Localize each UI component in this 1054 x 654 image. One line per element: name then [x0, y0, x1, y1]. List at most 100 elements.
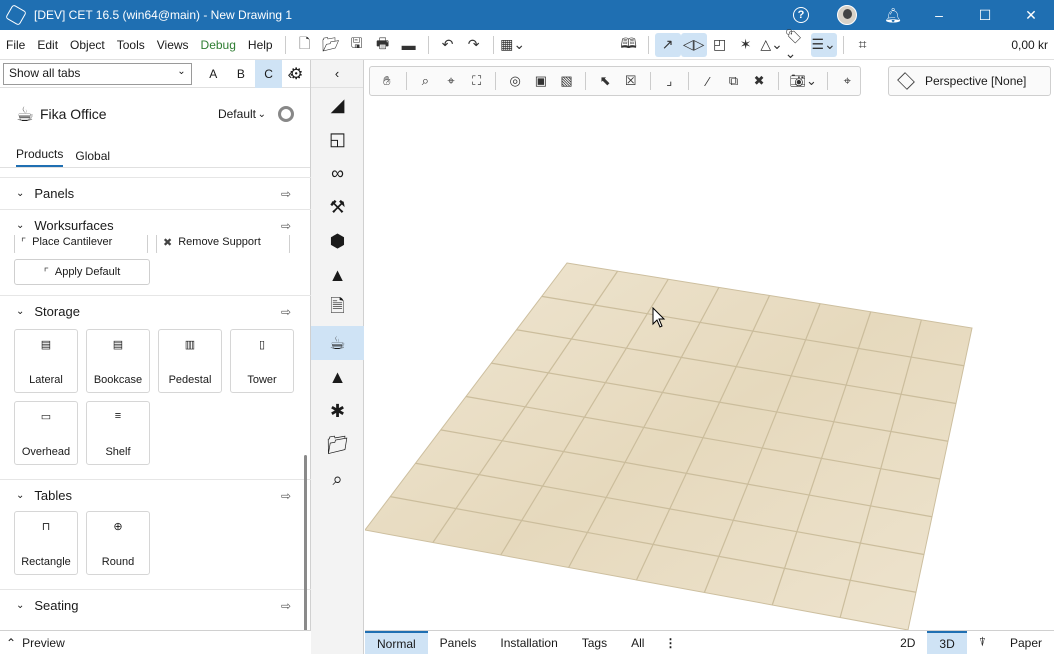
- pdf-icon[interactable]: 🗎: [311, 292, 364, 326]
- wand-icon[interactable]: ✶: [733, 33, 759, 57]
- tab-letter-b[interactable]: B: [227, 60, 255, 88]
- new-file-icon[interactable]: 🗋: [292, 33, 318, 57]
- room-shape-icon[interactable]: ◱: [311, 122, 364, 156]
- book-icon[interactable]: 🕮: [616, 33, 642, 57]
- more-options-icon[interactable]: ⋮: [656, 636, 684, 650]
- collapse-toolbar-icon[interactable]: ‹: [311, 60, 363, 88]
- cone-icon[interactable]: ▲: [311, 258, 364, 292]
- tab-panels[interactable]: Panels: [428, 631, 489, 654]
- geometry-icon[interactable]: ⬢: [311, 224, 364, 258]
- box-view-icon[interactable]: ▧: [554, 68, 580, 94]
- section-tables[interactable]: ⌄ Tables ⇨: [0, 479, 311, 511]
- close-button[interactable]: ✕: [1008, 0, 1054, 30]
- preview-bar[interactable]: ⌃ Preview: [0, 630, 311, 654]
- layout-dropdown-icon[interactable]: ▦⌄: [500, 33, 526, 57]
- open-external-icon[interactable]: ⇨: [281, 489, 291, 503]
- coffee-cup-icon[interactable]: ☕︎: [311, 326, 364, 360]
- chevron-down-icon[interactable]: ⌄: [258, 109, 266, 120]
- product-tile-rectangle[interactable]: ⊓ Rectangle: [14, 511, 78, 575]
- scrollbar[interactable]: [304, 455, 307, 640]
- tab-filter-select[interactable]: Show all tabs ⌄: [3, 62, 192, 85]
- undo-icon[interactable]: ↶: [435, 33, 461, 57]
- section-storage[interactable]: ⌄ Storage ⇨: [0, 295, 311, 327]
- tab-tags[interactable]: Tags: [570, 631, 619, 654]
- tools-icon[interactable]: ⚒: [311, 190, 364, 224]
- tab-global[interactable]: Global: [75, 149, 110, 167]
- collapse-panel-icon[interactable]: ‹: [270, 60, 310, 88]
- paper-view-button[interactable]: Paper: [998, 631, 1054, 654]
- remove-object-icon[interactable]: ✖: [746, 68, 772, 94]
- perspective-button[interactable]: Perspective [None]: [888, 66, 1051, 96]
- tab-installation[interactable]: Installation: [488, 631, 569, 654]
- product-tile-bookcase[interactable]: ▤ Bookcase: [86, 329, 150, 393]
- view-3d-button[interactable]: 3D: [927, 630, 967, 654]
- product-tile-shelf[interactable]: ≡ Shelf: [86, 401, 150, 465]
- open-folder-icon[interactable]: 📂︎: [318, 33, 344, 57]
- shape-add-icon[interactable]: ◰: [707, 33, 733, 57]
- product-tile-overhead[interactable]: ▭ Overhead: [14, 401, 78, 465]
- tab-letter-a[interactable]: A: [200, 60, 228, 88]
- section-worksurfaces[interactable]: ⌄ Worksurfaces ⇨: [0, 209, 311, 241]
- list-view-dropdown-icon[interactable]: ☰⌄: [810, 32, 837, 57]
- menu-views[interactable]: Views: [151, 38, 195, 52]
- product-tile-lateral[interactable]: ▤ Lateral: [14, 329, 78, 393]
- shapes-dropdown-icon[interactable]: △⌄: [759, 33, 785, 57]
- save-icon[interactable]: 🖫: [344, 33, 370, 57]
- menu-file[interactable]: File: [0, 38, 31, 52]
- tag-dropdown-icon[interactable]: 🏷︎⌄: [785, 28, 811, 61]
- measure-tape-icon[interactable]: ▬: [396, 33, 422, 57]
- drawing-viewport[interactable]: ✋︎ ⌕ ⌖ ⛶ ◎ ▣ ▧ ⬉ ☒ ⌟ ∕ ⧉ ✖ 📷︎⌄ ⌖ Perspec…: [365, 60, 1054, 630]
- target-icon[interactable]: ⌖: [834, 68, 860, 94]
- glasses-icon[interactable]: ∞: [311, 156, 364, 190]
- zoom-icon[interactable]: ⌕: [413, 68, 439, 94]
- notifications-button[interactable]: 🔔︎: [870, 0, 916, 30]
- open-external-icon[interactable]: ⇨: [281, 305, 291, 319]
- folder-icon[interactable]: 📁︎: [311, 428, 364, 462]
- mirror-icon[interactable]: ◁▷: [680, 32, 707, 57]
- help-lifebuoy-icon[interactable]: [278, 106, 294, 122]
- tab-normal[interactable]: Normal: [365, 630, 428, 654]
- wall-icon[interactable]: ◢: [311, 88, 364, 122]
- view-2d-button[interactable]: 2D: [888, 631, 927, 654]
- deselect-icon[interactable]: ☒: [618, 68, 644, 94]
- variant-select[interactable]: Default: [218, 107, 256, 121]
- product-tile-round[interactable]: ⊕ Round: [86, 511, 150, 575]
- ruler-icon[interactable]: ∕: [695, 68, 721, 94]
- zoom-extents-icon[interactable]: ⛶: [464, 68, 490, 94]
- menu-debug[interactable]: Debug: [195, 38, 242, 52]
- cone-stack-icon[interactable]: ▲: [311, 360, 364, 394]
- menu-tools[interactable]: Tools: [111, 38, 151, 52]
- section-seating[interactable]: ⌄ Seating ⇨: [0, 589, 311, 621]
- camera-dropdown-icon[interactable]: 📷︎⌄: [785, 68, 822, 94]
- maximize-button[interactable]: ☐: [962, 0, 1008, 30]
- minimize-button[interactable]: –: [916, 0, 962, 30]
- help-button[interactable]: ?: [778, 0, 824, 30]
- menu-edit[interactable]: Edit: [31, 38, 64, 52]
- open-external-icon[interactable]: ⇨: [281, 599, 291, 613]
- open-external-icon[interactable]: ⇨: [281, 187, 291, 201]
- zoom-fine-icon[interactable]: ⌖: [438, 68, 464, 94]
- snap-icon[interactable]: ⧉: [721, 68, 747, 94]
- split-view-icon[interactable]: ⍒: [967, 631, 998, 654]
- orbit-icon[interactable]: ◎: [502, 68, 528, 94]
- tab-products[interactable]: Products: [16, 147, 64, 167]
- open-external-icon[interactable]: ⇨: [281, 219, 291, 233]
- tab-all[interactable]: All: [619, 631, 656, 654]
- fit-icon[interactable]: ▣: [528, 68, 554, 94]
- section-panels[interactable]: ⌄ Panels ⇨: [0, 177, 311, 209]
- calculation-icon[interactable]: ⌗: [850, 33, 876, 57]
- bug-icon[interactable]: ✱: [311, 394, 364, 428]
- apply-default-button[interactable]: ⌜ Apply Default: [14, 259, 150, 285]
- menu-help[interactable]: Help: [242, 38, 279, 52]
- menu-object[interactable]: Object: [64, 38, 111, 52]
- search-icon[interactable]: ⌕: [311, 462, 364, 496]
- pan-hand-icon[interactable]: ✋︎: [374, 68, 400, 94]
- product-tile-pedestal[interactable]: ▥ Pedestal: [158, 329, 222, 393]
- select-cursor-icon[interactable]: ⬉: [592, 68, 618, 94]
- product-tile-tower[interactable]: ▯ Tower: [230, 329, 294, 393]
- dimension-icon[interactable]: ⌟: [656, 68, 682, 94]
- user-button[interactable]: [824, 0, 870, 30]
- redo-icon[interactable]: ↷: [461, 33, 487, 57]
- print-icon[interactable]: 🖶: [370, 33, 396, 57]
- snap-pin-icon[interactable]: ↗: [654, 32, 681, 57]
